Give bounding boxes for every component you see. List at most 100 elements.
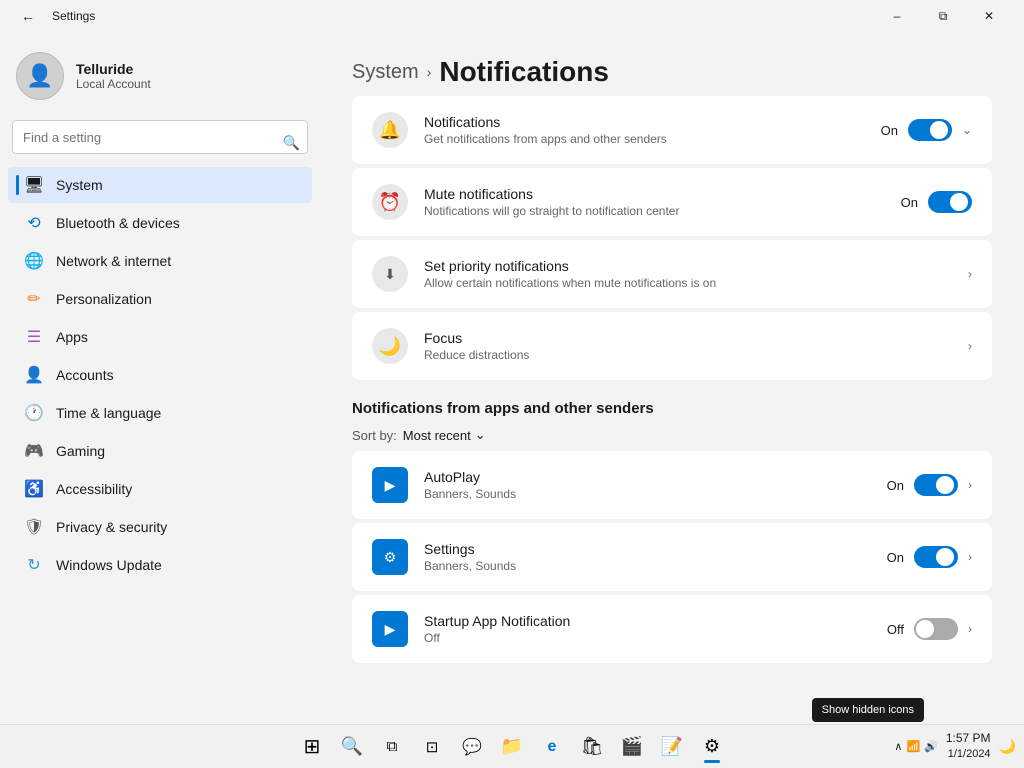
startup-app-card[interactable]: ▶ Startup App Notification Off Off › [352,595,992,663]
sidebar-item-apps[interactable]: ☰ Apps [8,319,312,355]
notes-button[interactable]: 📝 [654,729,690,765]
settings-app-icon: ⚙ [372,539,408,575]
mute-status: On [901,195,918,210]
search-input[interactable] [12,120,308,154]
bluetooth-icon: ⟲ [24,213,44,233]
notifications-subtitle: Get notifications from apps and other se… [424,132,881,146]
time-icon: 🕐 [24,403,44,423]
start-button[interactable]: ⊞ [294,729,330,765]
network-icon: 🌐 [24,251,44,271]
mute-controls: On [901,191,972,213]
store-button[interactable]: 🛍 [574,729,610,765]
settings-app-subtitle: Banners, Sounds [424,559,887,573]
settings-app-chevron-right-icon[interactable]: › [968,550,972,564]
widgets-button[interactable]: ⊡ [414,729,450,765]
sidebar-item-bluetooth[interactable]: ⟲ Bluetooth & devices [8,205,312,241]
sidebar-item-label: System [56,177,103,193]
mute-icon: ⏰ [372,184,408,220]
toggle-thumb [916,620,934,638]
edge-button[interactable]: e [534,729,570,765]
explorer-button[interactable]: 📁 [494,729,530,765]
mute-toggle[interactable] [928,191,972,213]
back-button[interactable]: ← [12,0,44,32]
volume-tray-icon[interactable]: 🔊 [924,740,938,753]
sidebar-item-network[interactable]: 🌐 Network & internet [8,243,312,279]
close-button[interactable]: ✕ [966,0,1012,32]
startup-app-toggle[interactable] [914,618,958,640]
network-tray-icon[interactable]: 📶 [906,740,920,753]
notifications-chevron-down-icon[interactable]: ⌄ [962,123,972,137]
sort-dropdown[interactable]: Most recent ⌄ [403,427,486,443]
sidebar-item-accessibility[interactable]: ♿ Accessibility [8,471,312,507]
notifications-text: Notifications Get notifications from app… [424,114,881,146]
mute-text: Mute notifications Notifications will go… [424,186,901,218]
autoplay-toggle[interactable] [914,474,958,496]
sidebar-item-system[interactable]: 🖥 System [8,167,312,203]
autoplay-icon: ▶ [372,467,408,503]
settings-taskbar-button[interactable]: ⚙ [694,729,730,765]
startup-app-chevron-right-icon[interactable]: › [968,622,972,636]
user-profile[interactable]: 👤 Telluride Local Account [0,40,320,120]
mute-subtitle: Notifications will go straight to notifi… [424,204,901,218]
breadcrumb: System › Notifications [352,56,992,88]
teams-button[interactable]: 💬 [454,729,490,765]
taskbar-center: ⊞ 🔍 ⧉ ⊡ 💬 📁 e 🛍 🎬 📝 ⚙ [294,729,730,765]
sidebar-item-label: Privacy & security [56,519,167,535]
notification-badge-icon[interactable]: 🌙 [999,738,1016,755]
breadcrumb-parent[interactable]: System [352,61,419,84]
avatar: 👤 [16,52,64,100]
minimize-button[interactable]: – [874,0,920,32]
autoplay-chevron-right-icon[interactable]: › [968,478,972,492]
priority-subtitle: Allow certain notifications when mute no… [424,276,968,290]
restore-button[interactable]: ⧉ [920,0,966,32]
apps-icon: ☰ [24,327,44,347]
startup-app-controls: Off › [887,618,972,640]
time-display: 1:57 PM [946,730,991,747]
settings-app-toggle[interactable] [914,546,958,568]
privacy-icon: 🛡 [24,517,44,537]
sidebar-item-label: Accessibility [56,481,132,497]
search-container: 🔍 [0,120,320,166]
focus-setting-card[interactable]: 🌙 Focus Reduce distractions › [352,312,992,380]
autoplay-status: On [887,478,904,493]
taskview-button[interactable]: ⧉ [374,729,410,765]
sidebar-item-label: Gaming [56,443,105,459]
priority-setting-card[interactable]: ⬇ Set priority notifications Allow certa… [352,240,992,308]
settings-app-card[interactable]: ⚙ Settings Banners, Sounds On › [352,523,992,591]
user-name: Telluride [76,61,151,77]
search-taskbar-button[interactable]: 🔍 [334,729,370,765]
sidebar-item-privacy[interactable]: 🛡 Privacy & security [8,509,312,545]
mute-setting-card[interactable]: ⏰ Mute notifications Notifications will … [352,168,992,236]
update-icon: ↻ [24,555,44,575]
startup-app-text: Startup App Notification Off [424,613,887,645]
focus-title: Focus [424,330,968,346]
priority-chevron-right-icon[interactable]: › [968,267,972,281]
sidebar-item-gaming[interactable]: 🎮 Gaming [8,433,312,469]
search-icon[interactable]: 🔍 [283,135,300,152]
focus-chevron-right-icon[interactable]: › [968,339,972,353]
settings-app-title: Settings [424,541,887,557]
sidebar-item-label: Network & internet [56,253,171,269]
focus-subtitle: Reduce distractions [424,348,968,362]
sidebar-item-accounts[interactable]: 👤 Accounts [8,357,312,393]
sidebar-item-label: Apps [56,329,88,345]
sidebar-item-label: Personalization [56,291,152,307]
notifications-toggle[interactable] [908,119,952,141]
sidebar-item-label: Bluetooth & devices [56,215,180,231]
sidebar-item-time[interactable]: 🕐 Time & language [8,395,312,431]
tray-expand-icon[interactable]: ∧ [894,740,902,753]
priority-title: Set priority notifications [424,258,968,274]
clock[interactable]: 1:57 PM 1/1/2024 [946,730,991,762]
apps-section-header: Notifications from apps and other sender… [352,400,992,417]
sidebar-item-update[interactable]: ↻ Windows Update [8,547,312,583]
notifications-setting-card[interactable]: 🔔 Notifications Get notifications from a… [352,96,992,164]
toggle-thumb [930,121,948,139]
media-button[interactable]: 🎬 [614,729,650,765]
notifications-title: Notifications [424,114,881,130]
title-bar-controls: – ⧉ ✕ [874,0,1012,32]
settings-app-controls: On › [887,546,972,568]
sidebar-item-personalization[interactable]: ✏ Personalization [8,281,312,317]
autoplay-app-card[interactable]: ▶ AutoPlay Banners, Sounds On › [352,451,992,519]
focus-controls: › [968,339,972,353]
toggle-thumb [950,193,968,211]
